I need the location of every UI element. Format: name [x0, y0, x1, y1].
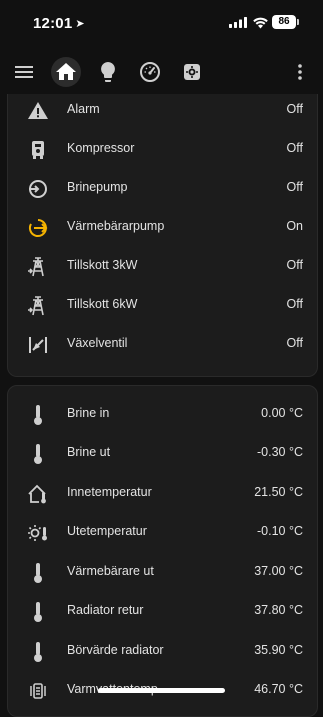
valve-icon: [26, 333, 50, 357]
home-thermometer-icon: [26, 482, 50, 506]
entity-label: Kompressor: [67, 141, 135, 155]
compressor-icon: [26, 138, 50, 162]
transmission-tower-icon: [26, 294, 50, 318]
entity-row-tillskott-3kw[interactable]: Tillskott 3kW Off: [8, 247, 317, 286]
entity-state: Off: [286, 297, 303, 311]
entity-row-brine-in[interactable]: Brine in 0.00 °C: [8, 395, 317, 434]
sensor-card: Brine in 0.00 °C Brine ut -0.30 °C Innet…: [7, 385, 318, 717]
entity-label: Alarm: [67, 102, 100, 116]
entity-label: Värmebärarpump: [67, 219, 165, 233]
entity-row-vaxelventil[interactable]: Växelventil Off: [8, 325, 317, 364]
entity-label: Brinepump: [67, 180, 128, 194]
status-time: 12:01 ➤: [33, 15, 85, 32]
entity-state: Off: [286, 141, 303, 155]
gauge-icon[interactable]: [138, 60, 162, 84]
entity-state: 37.00 °C: [254, 564, 303, 578]
entity-row-tillskott-6kw[interactable]: Tillskott 6kW Off: [8, 286, 317, 325]
entity-state: 0.00 °C: [261, 406, 303, 420]
thermometer-icon: [26, 600, 50, 624]
entity-row-borvarde-radiator[interactable]: Börvärde radiator 35.90 °C: [8, 632, 317, 671]
entity-state: -0.30 °C: [257, 445, 303, 459]
entity-label: Tillskott 6kW: [67, 297, 138, 311]
entity-row-radiator-retur[interactable]: Radiator retur 37.80 °C: [8, 592, 317, 631]
home-icon[interactable]: [54, 60, 78, 84]
more-vert-icon[interactable]: [288, 60, 312, 84]
transmission-tower-icon: [26, 255, 50, 279]
entity-row-innetemperatur[interactable]: Innetemperatur 21.50 °C: [8, 474, 317, 513]
binary-sensor-card: Alarm Off Kompressor Off Brinepump Off V…: [7, 94, 318, 377]
entity-state: 35.90 °C: [254, 643, 303, 657]
alert-icon: [26, 99, 50, 123]
entity-state: Off: [286, 180, 303, 194]
entity-state: 46.70 °C: [254, 682, 303, 696]
menu-icon[interactable]: [12, 60, 36, 84]
lightbulb-icon[interactable]: [96, 60, 120, 84]
location-arrow-icon: ➤: [75, 18, 85, 30]
entity-row-brinepump[interactable]: Brinepump Off: [8, 169, 317, 208]
status-bar: 12:01 ➤ 86: [0, 0, 323, 50]
sun-thermometer-icon: [26, 521, 50, 545]
entity-state: 21.50 °C: [254, 485, 303, 499]
settings-icon[interactable]: [180, 60, 204, 84]
entity-label: Innetemperatur: [67, 485, 152, 499]
entity-row-kompressor[interactable]: Kompressor Off: [8, 130, 317, 169]
entity-label: Utetemperatur: [67, 524, 147, 538]
entity-state: Off: [286, 258, 303, 272]
battery-indicator: 86: [272, 15, 299, 29]
entity-label: Värmebärare ut: [67, 564, 154, 578]
home-indicator[interactable]: [98, 688, 225, 693]
entity-state: On: [286, 219, 303, 233]
entity-row-brine-ut[interactable]: Brine ut -0.30 °C: [8, 434, 317, 473]
wifi-icon: [253, 17, 268, 29]
thermometer-icon: [26, 442, 50, 466]
pump-icon: [26, 177, 50, 201]
thermometer-icon: [26, 403, 50, 427]
entity-label: Radiator retur: [67, 603, 144, 617]
entity-row-varmebararpump[interactable]: Värmebärarpump On: [8, 208, 317, 247]
thermometer-icon: [26, 561, 50, 585]
entity-state: 37.80 °C: [254, 603, 303, 617]
entity-label: Brine in: [67, 406, 110, 420]
entity-label: Börvärde radiator: [67, 643, 164, 657]
pump-active-icon: [26, 216, 50, 240]
thermometer-icon: [26, 640, 50, 664]
entity-label: Växelventil: [67, 336, 128, 350]
entity-row-varmebarare-ut[interactable]: Värmebärare ut 37.00 °C: [8, 553, 317, 592]
cellular-signal-icon: [229, 17, 247, 28]
entity-state: -0.10 °C: [257, 524, 303, 538]
entity-label: Brine ut: [67, 445, 111, 459]
entity-row-utetemperatur[interactable]: Utetemperatur -0.10 °C: [8, 513, 317, 552]
entity-row-alarm[interactable]: Alarm Off: [8, 91, 317, 130]
entity-state: Off: [286, 102, 303, 116]
water-boiler-icon: [26, 679, 50, 703]
entity-label: Tillskott 3kW: [67, 258, 138, 272]
entity-state: Off: [286, 336, 303, 350]
